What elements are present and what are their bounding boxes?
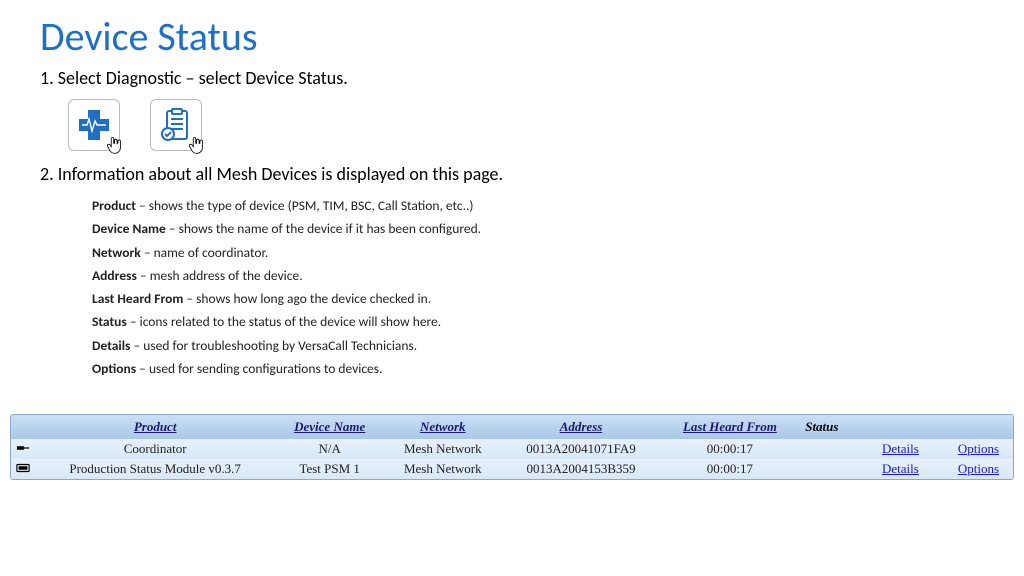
definition-line: Device Name – shows the name of the devi… xyxy=(92,218,984,240)
definition-line: Details – used for troubleshooting by Ve… xyxy=(92,335,984,357)
page-title: Device Status xyxy=(40,12,984,61)
field-definitions: Product – shows the type of device (PSM,… xyxy=(92,195,984,380)
col-network[interactable]: Network xyxy=(384,415,501,439)
cell-last-heard: 00:00:17 xyxy=(661,439,800,459)
diagnostic-icon[interactable] xyxy=(68,99,120,151)
col-device-name[interactable]: Device Name xyxy=(275,415,384,439)
row-type-icon xyxy=(11,459,35,479)
details-link[interactable]: Details xyxy=(882,441,919,456)
device-status-table: Product Device Name Network Address Last… xyxy=(10,414,1014,480)
col-options xyxy=(933,415,1013,439)
cell-network: Mesh Network xyxy=(384,459,501,479)
cell-product: Coordinator xyxy=(35,439,275,459)
cell-last-heard: 00:00:17 xyxy=(661,459,800,479)
cell-address: 0013A20041071FA9 xyxy=(501,439,660,459)
definition-line: Network – name of coordinator. xyxy=(92,242,984,264)
cell-address: 0013A2004153B359 xyxy=(501,459,660,479)
cursor-hand-icon xyxy=(105,134,125,156)
step-2-text: 2. Information about all Mesh Devices is… xyxy=(40,163,984,185)
cell-device-name: Test PSM 1 xyxy=(275,459,384,479)
table-row: Production Status Module v0.3.7Test PSM … xyxy=(11,459,1013,479)
col-icon xyxy=(11,415,35,439)
definition-line: Options – used for sending configuration… xyxy=(92,358,984,380)
col-details xyxy=(858,415,932,439)
definition-line: Status – icons related to the status of … xyxy=(92,311,984,333)
icon-row xyxy=(68,99,984,151)
col-status: Status xyxy=(799,415,858,439)
definition-line: Last Heard From – shows how long ago the… xyxy=(92,288,984,310)
row-type-icon xyxy=(11,439,35,459)
col-last-heard[interactable]: Last Heard From xyxy=(661,415,800,439)
cell-status xyxy=(799,439,858,459)
cell-status xyxy=(799,459,858,479)
cell-network: Mesh Network xyxy=(384,439,501,459)
step-1-text: 1. Select Diagnostic – select Device Sta… xyxy=(40,67,984,89)
options-link[interactable]: Options xyxy=(958,441,999,456)
details-link[interactable]: Details xyxy=(882,461,919,476)
definition-line: Product – shows the type of device (PSM,… xyxy=(92,195,984,217)
options-link[interactable]: Options xyxy=(958,461,999,476)
definition-line: Address – mesh address of the device. xyxy=(92,265,984,287)
col-address[interactable]: Address xyxy=(501,415,660,439)
table-row: CoordinatorN/AMesh Network0013A20041071F… xyxy=(11,439,1013,459)
cell-product: Production Status Module v0.3.7 xyxy=(35,459,275,479)
cursor-hand-icon xyxy=(187,134,207,156)
cell-device-name: N/A xyxy=(275,439,384,459)
col-product[interactable]: Product xyxy=(35,415,275,439)
device-status-icon[interactable] xyxy=(150,99,202,151)
